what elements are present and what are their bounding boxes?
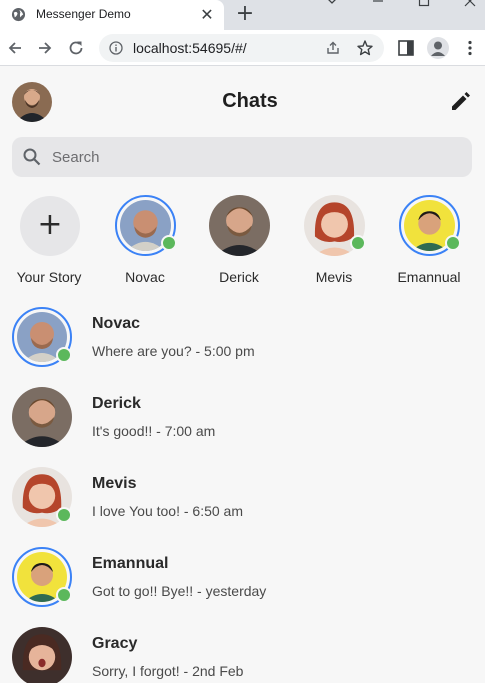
browser-tab[interactable]: Messenger Demo ✕ [0,0,224,30]
plus-icon: + [37,207,63,242]
online-indicator [445,235,461,251]
forward-arrow-icon[interactable] [35,38,55,58]
side-panel-icon[interactable] [397,39,415,57]
url-text[interactable]: localhost:54695/#/ [133,40,247,56]
chat-name: Emannual [92,555,169,572]
story-label: Mevis [315,269,353,285]
stories-row: + Your Story Novac Derick Mevis Emannual [0,195,485,290]
chat-last-message: Where are you? - 5:00 pm [92,343,255,359]
page-title: Chats [222,90,278,112]
browser-tab-bar: Messenger Demo ✕ + [0,0,485,30]
info-icon[interactable] [109,41,123,55]
online-indicator [56,507,72,523]
story-label: Novac [125,269,165,285]
edit-icon[interactable] [449,91,471,113]
maximize-icon[interactable] [400,0,446,30]
share-icon[interactable] [325,40,341,56]
online-indicator [161,235,177,251]
address-bar[interactable]: localhost:54695/#/ [99,34,384,62]
profile-avatar-icon[interactable] [427,37,449,59]
avatar [12,627,72,683]
online-indicator [350,235,366,251]
chat-last-message: It's good!! - 7:00 am [92,423,216,439]
new-tab-button[interactable]: + [234,2,256,26]
your-story[interactable]: + Your Story [4,195,94,290]
story-ring [209,195,270,256]
story-label: Emannual [397,269,461,285]
reload-icon[interactable] [66,38,86,58]
tab-close-icon[interactable]: ✕ [198,6,216,24]
chat-last-message: Got to go!! Bye!! - yesterday [92,583,267,599]
chat-name: Mevis [92,475,137,492]
story-label: Your Story [16,269,82,285]
chat-item-novac[interactable]: Novac Where are you? - 5:00 pm [0,305,485,385]
search-input[interactable] [52,145,452,169]
messenger-app: Chats + Your Story Novac [0,67,485,683]
chevron-down-icon[interactable] [308,0,354,30]
more-menu-icon[interactable] [461,39,479,57]
chat-item-derick[interactable]: Derick It's good!! - 7:00 am [0,385,485,465]
minimize-icon[interactable] [354,0,400,30]
add-story-button[interactable]: + [20,196,80,256]
chat-name: Novac [92,315,141,332]
story-novac[interactable]: Novac [100,195,190,290]
browser-toolbar: localhost:54695/#/ [0,30,485,66]
chat-avatar-ring [12,627,72,683]
globe-icon [11,7,26,22]
story-mevis[interactable]: Mevis [289,195,379,290]
story-derick[interactable]: Derick [194,195,284,290]
window-close-icon[interactable] [446,0,485,30]
online-indicator [56,587,72,603]
chat-avatar-ring [12,387,72,447]
chat-last-message: I love You too! - 6:50 am [92,503,243,519]
avatar [12,387,72,447]
chat-name: Gracy [92,635,138,652]
search-icon [23,148,41,166]
chat-item-mevis[interactable]: Mevis I love You too! - 6:50 am [0,465,485,545]
online-indicator [56,347,72,363]
search-bar [12,137,472,177]
chat-name: Derick [92,395,141,412]
story-emannual[interactable]: Emannual [384,195,474,290]
back-arrow-icon[interactable] [5,38,25,58]
star-icon[interactable] [356,39,374,57]
chat-item-emannual[interactable]: Emannual Got to go!! Bye!! - yesterday [0,545,485,625]
story-label: Derick [219,269,259,285]
chat-last-message: Sorry, I forgot! - 2nd Feb [92,663,244,679]
avatar [209,195,270,256]
chat-item-gracy[interactable]: Gracy Sorry, I forgot! - 2nd Feb [0,625,485,683]
tab-title: Messenger Demo [36,7,131,21]
